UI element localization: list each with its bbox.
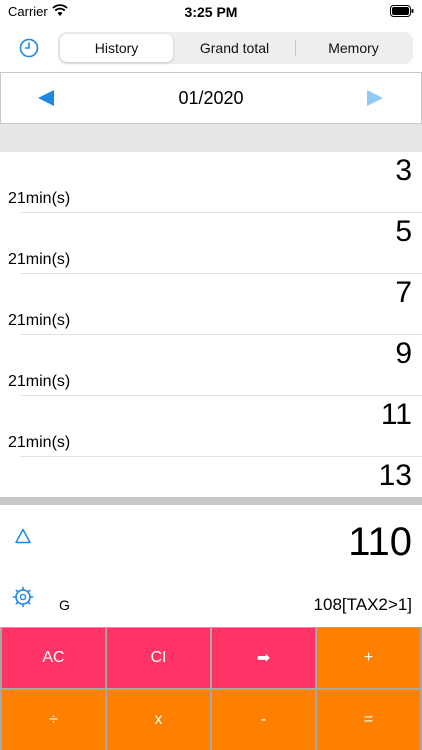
arrow-right-button[interactable]: ➡ bbox=[212, 628, 315, 688]
tab-history[interactable]: History bbox=[60, 34, 173, 62]
history-row[interactable]: 11 21min(s) bbox=[0, 396, 422, 457]
keypad: AC CI ➡ + ÷ x - = bbox=[0, 627, 422, 750]
history-value: 7 bbox=[395, 276, 412, 309]
result-display: 110 bbox=[348, 520, 412, 564]
equals-button[interactable]: = bbox=[317, 690, 420, 750]
minus-button[interactable]: - bbox=[212, 690, 315, 750]
gear-icon[interactable] bbox=[12, 586, 34, 608]
next-month-arrow-icon[interactable] bbox=[367, 90, 383, 106]
history-value: 13 bbox=[378, 459, 412, 492]
ac-button[interactable]: AC bbox=[2, 628, 105, 688]
history-row[interactable]: 7 21min(s) bbox=[0, 274, 422, 335]
history-row[interactable]: 3 21min(s) bbox=[0, 152, 422, 213]
tab-memory[interactable]: Memory bbox=[296, 34, 411, 62]
history-value: 5 bbox=[395, 215, 412, 248]
battery-icon bbox=[390, 5, 414, 17]
expression-display: 108[TAX2>1] bbox=[313, 595, 412, 614]
ci-button[interactable]: CI bbox=[107, 628, 210, 688]
tab-grand-total[interactable]: Grand total bbox=[175, 34, 294, 62]
delta-icon[interactable] bbox=[14, 527, 32, 545]
section-header-band bbox=[0, 124, 422, 152]
multiply-button[interactable]: x bbox=[107, 690, 210, 750]
history-duration: 21min(s) bbox=[8, 190, 71, 207]
clock-icon[interactable] bbox=[18, 37, 40, 59]
history-duration: 21min(s) bbox=[8, 373, 71, 390]
history-value: 9 bbox=[395, 337, 412, 370]
history-row[interactable]: 5 21min(s) bbox=[0, 213, 422, 274]
tab-segmented-control: History Grand total Memory bbox=[58, 32, 413, 64]
history-duration: 21min(s) bbox=[8, 434, 71, 451]
history-value: 3 bbox=[395, 154, 412, 187]
status-bar: Carrier 3:25 PM bbox=[0, 0, 422, 24]
mode-indicator: G bbox=[59, 597, 70, 613]
history-row[interactable]: 9 21min(s) bbox=[0, 335, 422, 396]
history-duration: 21min(s) bbox=[8, 251, 71, 268]
history-list[interactable]: 3 21min(s) 5 21min(s) 7 21min(s) 9 21min… bbox=[0, 152, 422, 497]
month-label: 01/2020 bbox=[178, 88, 244, 108]
divide-button[interactable]: ÷ bbox=[2, 690, 105, 750]
status-time: 3:25 PM bbox=[184, 4, 238, 20]
history-value: 11 bbox=[380, 398, 412, 431]
history-duration: 21min(s) bbox=[8, 312, 71, 329]
history-row[interactable]: 13 bbox=[0, 457, 422, 497]
month-navigator: 01/2020 bbox=[0, 72, 422, 124]
plus-button[interactable]: + bbox=[317, 628, 420, 688]
list-bottom-separator bbox=[0, 497, 422, 505]
